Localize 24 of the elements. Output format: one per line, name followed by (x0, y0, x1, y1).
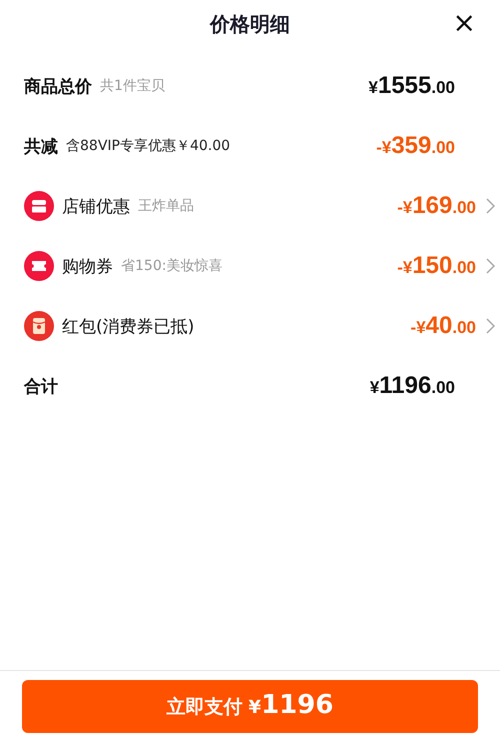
discount-amount: -¥359.00 (376, 132, 455, 160)
envelope-icon (24, 311, 54, 341)
row-label: 合计 (24, 376, 58, 398)
row-label: 商品总价 (24, 76, 92, 98)
chevron-right-icon[interactable] (486, 258, 494, 274)
close-button[interactable]: × (448, 8, 480, 38)
discount-amount: -¥150.00 (397, 252, 476, 280)
discount-amount: -¥169.00 (397, 192, 476, 220)
discount-amount: -¥40.00 (410, 312, 476, 340)
row-label: 购物券 (62, 256, 113, 278)
chevron-right-icon[interactable] (486, 318, 494, 334)
price-amount: ¥1196.00 (370, 372, 455, 400)
price-amount: ¥1555.00 (368, 72, 455, 100)
row-note: 王炸单品 (138, 197, 194, 215)
row-note: 含88VIP专享优惠￥40.00 (66, 137, 230, 155)
row-label: 店铺优惠 (62, 196, 130, 218)
chevron-right-icon[interactable] (486, 198, 494, 214)
row-note: 省150:美妆惊喜 (121, 257, 222, 275)
row-label: 共减 (24, 136, 58, 158)
row-note: 共1件宝贝 (100, 77, 165, 95)
ticket-icon (24, 251, 54, 281)
row-label: 红包(消费券已抵) (62, 316, 194, 338)
shop-icon (24, 191, 54, 221)
dialog-title: 价格明细 (210, 10, 290, 38)
